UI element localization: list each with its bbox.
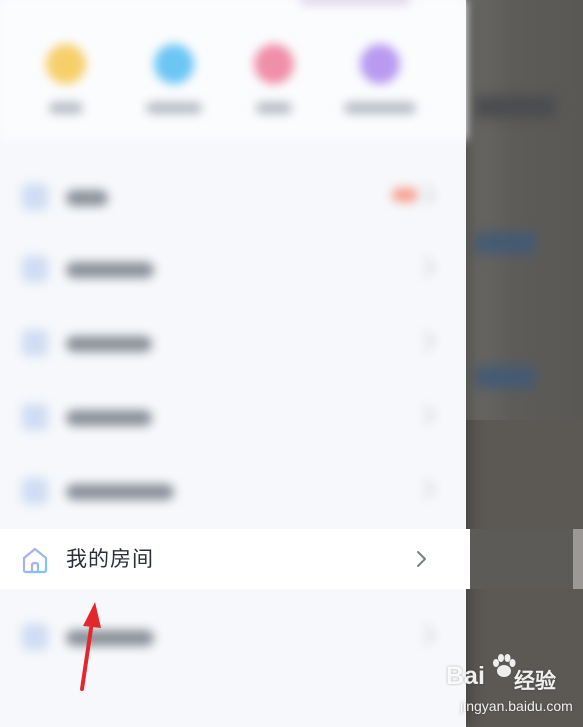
menu-item-icon <box>22 184 48 210</box>
chevron-right-icon <box>415 405 435 425</box>
chevron-right-icon <box>415 185 435 205</box>
menu-item[interactable] <box>0 386 466 446</box>
app-screen: 我的房间 Bai 经验 jingyan.baidu.com <box>0 0 583 727</box>
quick-action-2[interactable] <box>134 44 214 114</box>
notification-badge <box>392 188 418 202</box>
quick-action-4[interactable] <box>340 44 420 114</box>
chevron-right-icon <box>415 257 435 277</box>
menu-item-icon <box>22 624 48 650</box>
row-backdrop-slice <box>470 529 573 589</box>
menu-item-label <box>66 484 174 500</box>
watermark-brand-suffix: 经验 <box>514 670 556 693</box>
home-icon <box>22 547 48 574</box>
chevron-right-icon <box>415 331 435 351</box>
menu-item-icon <box>22 404 48 430</box>
menu-item[interactable] <box>0 238 466 298</box>
menu-item-icon <box>22 478 48 504</box>
watermark-brand-text: Bai <box>446 662 485 690</box>
quick-action-icon <box>46 44 86 84</box>
blurred-link-text <box>476 232 536 254</box>
blurred-header-text <box>476 96 556 118</box>
menu-item-label <box>66 410 152 426</box>
menu-item-my-room[interactable]: 我的房间 <box>0 529 470 589</box>
menu-item-label: 我的房间 <box>66 548 154 571</box>
quick-action-caption <box>146 102 202 114</box>
quick-action-caption <box>256 102 292 114</box>
menu-item[interactable] <box>0 460 466 520</box>
menu-item-label <box>66 262 154 278</box>
quick-action-icon <box>154 44 194 84</box>
quick-action-3[interactable] <box>234 44 314 114</box>
quick-action-1[interactable] <box>26 44 106 114</box>
chevron-right-icon <box>417 551 426 567</box>
menu-item-icon <box>22 330 48 356</box>
blurred-link-text <box>476 366 536 388</box>
quick-action-caption <box>49 102 83 114</box>
baidu-jingyan-watermark: Bai 经验 jingyan.baidu.com <box>446 654 581 726</box>
chevron-right-icon <box>415 625 435 645</box>
menu-item[interactable] <box>0 312 466 372</box>
chevron-right-icon <box>415 479 435 499</box>
quick-action-icon <box>254 44 294 84</box>
menu-item-label <box>66 190 108 206</box>
menu-item-label <box>66 336 152 352</box>
dimmed-backdrop[interactable] <box>466 0 583 727</box>
quick-actions <box>0 0 466 140</box>
watermark-url: jingyan.baidu.com <box>460 698 573 714</box>
menu-item-icon <box>22 256 48 282</box>
quick-action-caption <box>344 102 416 114</box>
red-arrow-annotation <box>80 602 101 691</box>
row-backdrop-slice <box>573 529 583 589</box>
quick-action-icon <box>360 44 400 84</box>
menu-item[interactable] <box>0 166 466 226</box>
blurred-top-element <box>300 0 410 4</box>
